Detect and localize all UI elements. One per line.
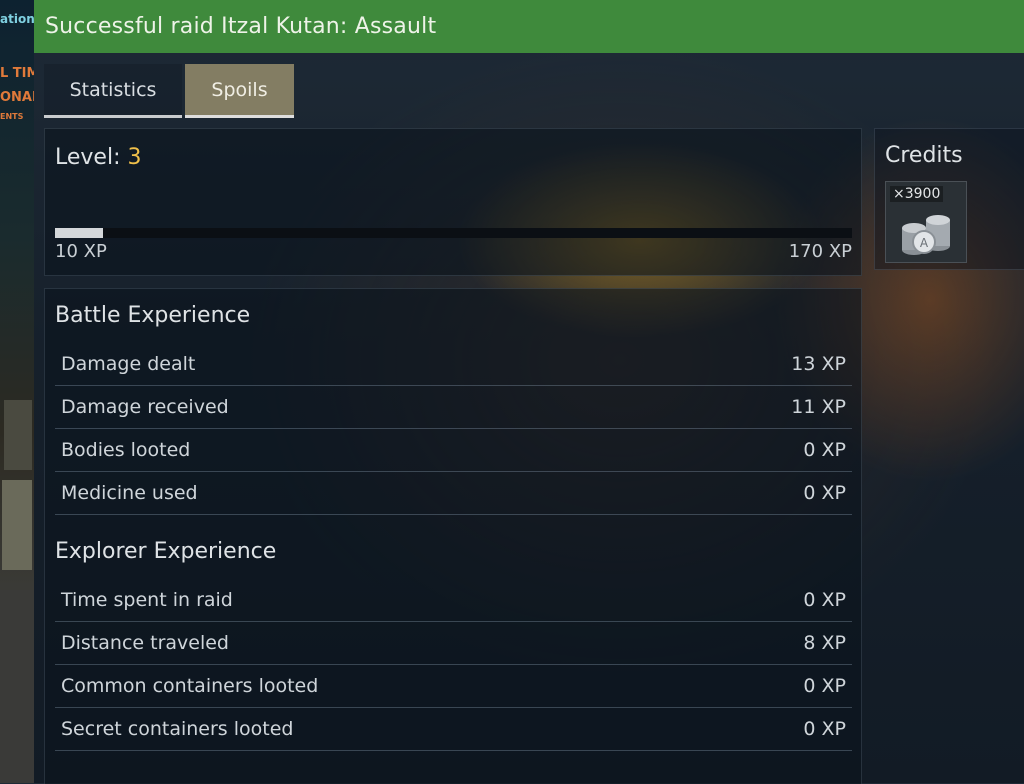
background-shelf xyxy=(2,480,32,570)
level-label: Level: xyxy=(55,145,121,170)
background-floor xyxy=(0,590,34,783)
background-sign: ONAL xyxy=(0,90,34,105)
background-sign: L TIM xyxy=(0,66,34,81)
tab-bar: Statistics Spoils xyxy=(44,64,294,118)
row-label: Bodies looted xyxy=(61,439,191,461)
row-value: 0 XP xyxy=(803,675,846,697)
row-label: Secret containers looted xyxy=(61,718,294,740)
list-item: Bodies looted 0 XP xyxy=(55,429,852,472)
page-title: Successful raid Itzal Kutan: Assault xyxy=(45,14,437,39)
result-header: Successful raid Itzal Kutan: Assault xyxy=(34,0,1024,53)
background-shelf xyxy=(4,400,32,470)
row-value: 0 XP xyxy=(803,589,846,611)
row-value: 0 XP xyxy=(803,439,846,461)
level-value: 3 xyxy=(127,145,142,170)
row-value: 11 XP xyxy=(791,396,846,418)
row-value: 13 XP xyxy=(791,353,846,375)
experience-panel: Battle Experience Damage dealt 13 XP Dam… xyxy=(44,288,862,784)
tab-statistics[interactable]: Statistics xyxy=(44,64,182,118)
credits-panel: Credits A ×3900 xyxy=(874,128,1024,270)
credits-stack-icon: A xyxy=(900,206,954,262)
row-value: 8 XP xyxy=(803,632,846,654)
list-item: Damage received 11 XP xyxy=(55,386,852,429)
row-label: Medicine used xyxy=(61,482,198,504)
explorer-experience-list: Time spent in raid 0 XP Distance travele… xyxy=(55,579,852,751)
row-label: Distance traveled xyxy=(61,632,229,654)
xp-current: 10 XP xyxy=(55,241,107,262)
row-label: Common containers looted xyxy=(61,675,319,697)
list-item: Medicine used 0 XP xyxy=(55,472,852,515)
battle-experience-list: Damage dealt 13 XP Damage received 11 XP… xyxy=(55,343,852,515)
background-scene: ation L TIM ONAL ENTS xyxy=(0,0,34,783)
row-label: Damage received xyxy=(61,396,229,418)
level-heading: Level: 3 xyxy=(55,145,141,170)
svg-text:A: A xyxy=(920,236,929,250)
background-sign: ation xyxy=(0,12,34,26)
list-item: Secret containers looted 0 XP xyxy=(55,708,852,751)
row-label: Damage dealt xyxy=(61,353,196,375)
xp-max: 170 XP xyxy=(788,241,852,262)
list-item: Damage dealt 13 XP xyxy=(55,343,852,386)
battle-experience-title: Battle Experience xyxy=(55,303,251,328)
level-panel: Level: 3 10 XP 170 XP xyxy=(44,128,862,276)
list-item: Distance traveled 8 XP xyxy=(55,622,852,665)
row-value: 0 XP xyxy=(803,482,846,504)
xp-progress-bar xyxy=(55,228,852,238)
list-item: Common containers looted 0 XP xyxy=(55,665,852,708)
background-sign: ENTS xyxy=(0,112,24,121)
credits-item-slot[interactable]: A ×3900 xyxy=(885,181,967,263)
credits-title: Credits xyxy=(885,143,963,168)
explorer-experience-title: Explorer Experience xyxy=(55,539,277,564)
credits-count: ×3900 xyxy=(890,186,944,202)
row-value: 0 XP xyxy=(803,718,846,740)
row-label: Time spent in raid xyxy=(61,589,233,611)
xp-progress-fill xyxy=(55,228,103,238)
list-item: Time spent in raid 0 XP xyxy=(55,579,852,622)
tab-spoils[interactable]: Spoils xyxy=(185,64,294,118)
